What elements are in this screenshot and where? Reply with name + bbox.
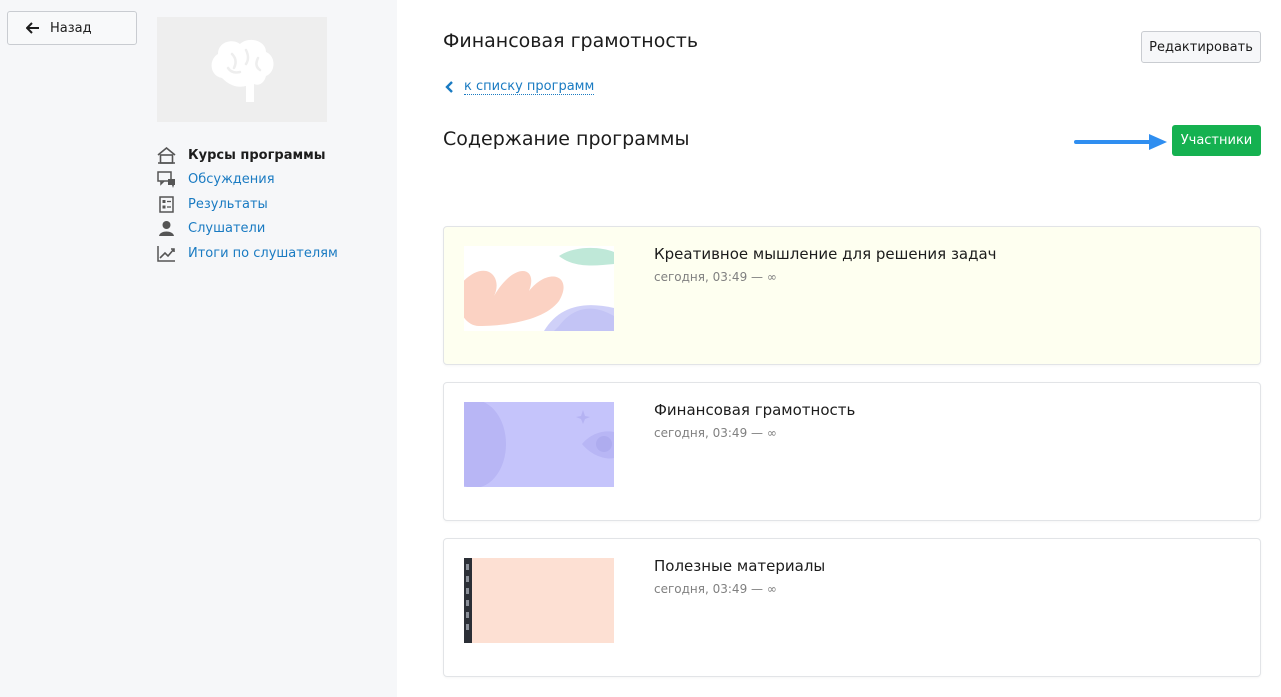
nav-item-discussions[interactable]: Обсуждения [157, 168, 387, 193]
left-sidebar: Назад Курсы программы Обсуждения Результ… [0, 0, 397, 697]
back-to-programs-link[interactable]: к списку программ [444, 79, 595, 95]
course-name: Креативное мышление для решения задач [654, 245, 997, 263]
course-dates: сегодня, 03:49 — ∞ [654, 582, 777, 596]
nav-item-label: Слушатели [188, 221, 266, 237]
chat-icon [157, 171, 176, 189]
course-card[interactable]: Полезные материалы сегодня, 03:49 — ∞ [443, 538, 1261, 677]
program-nav: Курсы программы Обсуждения Результаты Сл… [157, 143, 387, 266]
nav-item-listeners[interactable]: Слушатели [157, 217, 387, 242]
arrow-right-icon [1074, 134, 1167, 150]
program-cover-image [157, 17, 327, 122]
nav-item-courses[interactable]: Курсы программы [157, 143, 387, 168]
back-link-label: к списку программ [464, 79, 595, 95]
brain-icon [211, 39, 274, 102]
nav-item-label: Результаты [188, 196, 268, 212]
nav-item-listener-totals[interactable]: Итоги по слушателям [157, 241, 387, 266]
report-icon [157, 195, 176, 213]
page-title: Финансовая грамотность [443, 30, 699, 52]
user-icon [157, 220, 176, 238]
course-card[interactable]: Креативное мышление для решения задач се… [443, 226, 1261, 365]
course-dates: сегодня, 03:49 — ∞ [654, 426, 777, 440]
edit-button[interactable]: Редактировать [1141, 31, 1261, 63]
nav-item-label: Итоги по слушателям [188, 245, 338, 261]
course-card[interactable]: Финансовая грамотность сегодня, 03:49 — … [443, 382, 1261, 521]
nav-item-results[interactable]: Результаты [157, 192, 387, 217]
chevron-left-icon [445, 81, 453, 93]
back-button-label: Назад [50, 20, 92, 36]
course-thumbnail [464, 558, 614, 643]
nav-item-label: Обсуждения [188, 172, 275, 188]
course-name: Полезные материалы [654, 557, 826, 575]
home-icon [157, 146, 176, 164]
chart-line-icon [157, 244, 176, 262]
course-thumbnail [464, 246, 614, 331]
back-button[interactable]: Назад [7, 11, 137, 45]
section-title: Содержание программы [443, 128, 690, 150]
course-thumbnail [464, 402, 614, 487]
nav-item-label: Курсы программы [188, 147, 326, 163]
arrow-left-icon [26, 22, 39, 34]
participants-button[interactable]: Участники [1172, 125, 1261, 156]
course-dates: сегодня, 03:49 — ∞ [654, 270, 777, 284]
course-name: Финансовая грамотность [654, 401, 856, 419]
